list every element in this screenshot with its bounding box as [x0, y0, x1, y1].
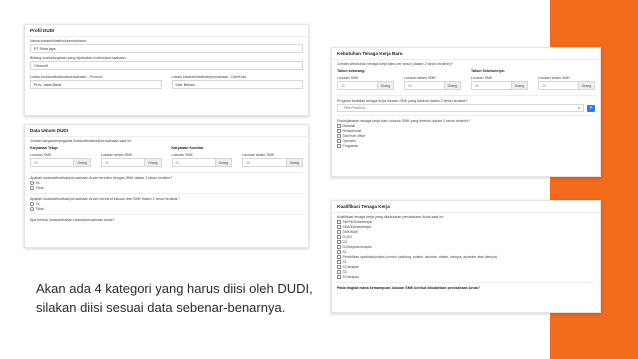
- kualifikasi-checkbox[interactable]: D1/D2: [337, 235, 595, 239]
- caption-line-2: silakan diisi sesuai data sebenar-benarn…: [36, 300, 286, 315]
- tetap-smk-field[interactable]: 00 Orang: [30, 158, 91, 167]
- now-smk-label: Lulusan SMK: [337, 76, 359, 80]
- prev-selain-field[interactable]: 00 Orang: [538, 81, 595, 90]
- rekrut-tidak-radio[interactable]: Tidak: [30, 207, 303, 211]
- data-umum-title: Data Umum DUDI: [25, 125, 308, 137]
- kualifikasi-checkbox[interactable]: S3: [337, 270, 595, 274]
- prev-selain-label: Lulusan selain SMK: [538, 76, 570, 80]
- add-program-button[interactable]: +: [587, 104, 595, 112]
- karyawan-kontrak-label: Karyawan Kontrak:: [171, 146, 205, 150]
- divider: [30, 214, 303, 215]
- kualifikasi-label: Kualifikasi tenaga kerja yang dibutuhkan…: [337, 215, 444, 219]
- profil-dudi-title: Profil DUDI: [25, 25, 308, 37]
- provinsi-label: Lokasi instansi/institusi/perusahaan - P…: [30, 75, 103, 79]
- bidang-label: Bidang usaha/kegiatan yang dijalankan in…: [30, 56, 127, 60]
- kualifikasi-checkbox[interactable]: S2 terapan: [337, 265, 595, 269]
- prev-smk-field[interactable]: 00 Orang: [471, 81, 528, 90]
- kontrak-selain-field[interactable]: 00 Orang: [242, 158, 303, 167]
- kabkota-label: Lokasi instansi/institusi/perusahaan - K…: [171, 75, 247, 79]
- jumlah-karyawan-label: Jumlah karyawan/pegawai instansi/institu…: [30, 139, 132, 143]
- now-smk-field[interactable]: 00 Orang: [337, 81, 394, 90]
- now-selain-label: Lulusan selain SMK: [404, 76, 436, 80]
- posisi-checkbox[interactable]: Receptionist: [337, 129, 595, 133]
- kualifikasi-checkbox[interactable]: S2: [337, 260, 595, 264]
- kualifikasi-checkbox[interactable]: SMP/MTs/sederajat: [337, 220, 595, 224]
- mitra-ya-radio[interactable]: Ya: [30, 181, 303, 185]
- data-umum-card: Data Umum DUDI Jumlah karyawan/pegawai i…: [24, 124, 309, 248]
- kebutuhan-jumlah-label: Jumlah kebutuhan tenaga kerja baru per t…: [337, 62, 453, 66]
- program-keahlian-select[interactable]: -- Pilih Prov/Kot -- ▾: [337, 104, 584, 112]
- posisi-checkbox[interactable]: Operator: [337, 139, 595, 143]
- kualifikasi-checkbox[interactable]: SMK/MAK: [337, 230, 595, 234]
- posisi-checkbox[interactable]: Staf front office: [337, 134, 595, 138]
- tetap-selain-field[interactable]: 00 Orang: [100, 158, 162, 167]
- karyawan-tetap-label: Karyawan Tetap:: [30, 146, 59, 150]
- nama-input[interactable]: PT Sinar jaya: [30, 44, 303, 53]
- kualifikasi-checkbox[interactable]: Pendidikan spesialis/profesi (contoh: ps…: [337, 255, 595, 259]
- kontrak-smk-field[interactable]: 00 Orang: [171, 158, 233, 167]
- tahun-sebelumnya-label: Tahun Sebelumnya:: [471, 69, 505, 73]
- posisi-list: Mekanik Receptionist Staf front office O…: [332, 124, 600, 148]
- divider: [337, 115, 595, 116]
- slide-caption: Akan ada 4 kategori yang harus diisi ole…: [36, 279, 313, 317]
- divider: [30, 193, 303, 194]
- kualifikasi-checkbox[interactable]: S1: [337, 250, 595, 254]
- nama-label: Nama instansi/institusi/perusahaan:: [30, 39, 87, 43]
- divider: [337, 282, 595, 283]
- posisi-checkbox[interactable]: Programer: [337, 144, 595, 148]
- mitra-tidak-radio[interactable]: Tidak: [30, 186, 303, 190]
- kontrak-smk-label: Lulusan SMK: [171, 153, 193, 157]
- divider: [337, 95, 595, 96]
- kualifikasi-card: Kualifikasi Tenaga Kerja Kualifikasi ten…: [331, 200, 601, 313]
- kualifikasi-list: SMP/MTs/sederajat SMA/MA/sederajat SMK/M…: [332, 220, 600, 279]
- caption-line-1: Akan ada 4 kategori yang harus diisi ole…: [36, 281, 313, 296]
- posisi-label: Posisi/jabatan tenaga kerja baru lulusan…: [337, 119, 471, 123]
- prev-smk-label: Lulusan SMK: [471, 76, 493, 80]
- posisi-checkbox[interactable]: Mekanik: [337, 124, 595, 128]
- kualifikasi-checkbox[interactable]: SMA/MA/sederajat: [337, 225, 595, 229]
- kualifikasi-checkbox[interactable]: S3 terapan: [337, 275, 595, 279]
- kontrak-selain-label: Lulusan selain SMK: [242, 153, 275, 157]
- kualifikasi-title: Kualifikasi Tenaga Kerja: [332, 201, 600, 213]
- mitra-question: Apakah instansi/institusi/perusahaan And…: [30, 176, 173, 180]
- now-selain-field[interactable]: 00 Orang: [404, 81, 461, 90]
- tahun-sekarang-label: Tahun sekarang:: [337, 69, 366, 73]
- kebutuhan-title: Kebutuhan Tenaga Kerja Baru: [332, 48, 600, 60]
- kualifikasi-checkbox[interactable]: D4/Sarjana terapan: [337, 245, 595, 249]
- rekrut-question: Apakah instansi/institusi/perusahaan And…: [30, 197, 180, 201]
- kualifikasi-checkbox[interactable]: D3: [337, 240, 595, 244]
- tingkat-kemampuan-question: Pada tingkat mana kemampuan lulusan SMK …: [337, 286, 480, 290]
- bentuk-question: Apa bentuk instansi/badan usaha/perusaha…: [30, 218, 115, 222]
- program-keahlian-label: Program keahlian tenaga kerja lulusan SM…: [337, 99, 468, 103]
- rekrut-ya-radio[interactable]: Ya: [30, 202, 303, 206]
- tetap-selain-label: Lulusan selain SMK: [100, 153, 133, 157]
- provinsi-select[interactable]: Prov. Jawa Barat: [30, 80, 162, 89]
- divider: [30, 172, 303, 173]
- bidang-input[interactable]: Otomotif: [30, 61, 303, 70]
- tetap-smk-label: Lulusan SMK: [30, 153, 52, 157]
- kabkota-select[interactable]: Kab. Bekasi: [171, 80, 303, 89]
- chevron-down-icon: ▾: [578, 106, 580, 110]
- profil-dudi-card: Profil DUDI Nama instansi/institusi/peru…: [24, 24, 309, 116]
- kebutuhan-card: Kebutuhan Tenaga Kerja Baru Jumlah kebut…: [331, 47, 601, 177]
